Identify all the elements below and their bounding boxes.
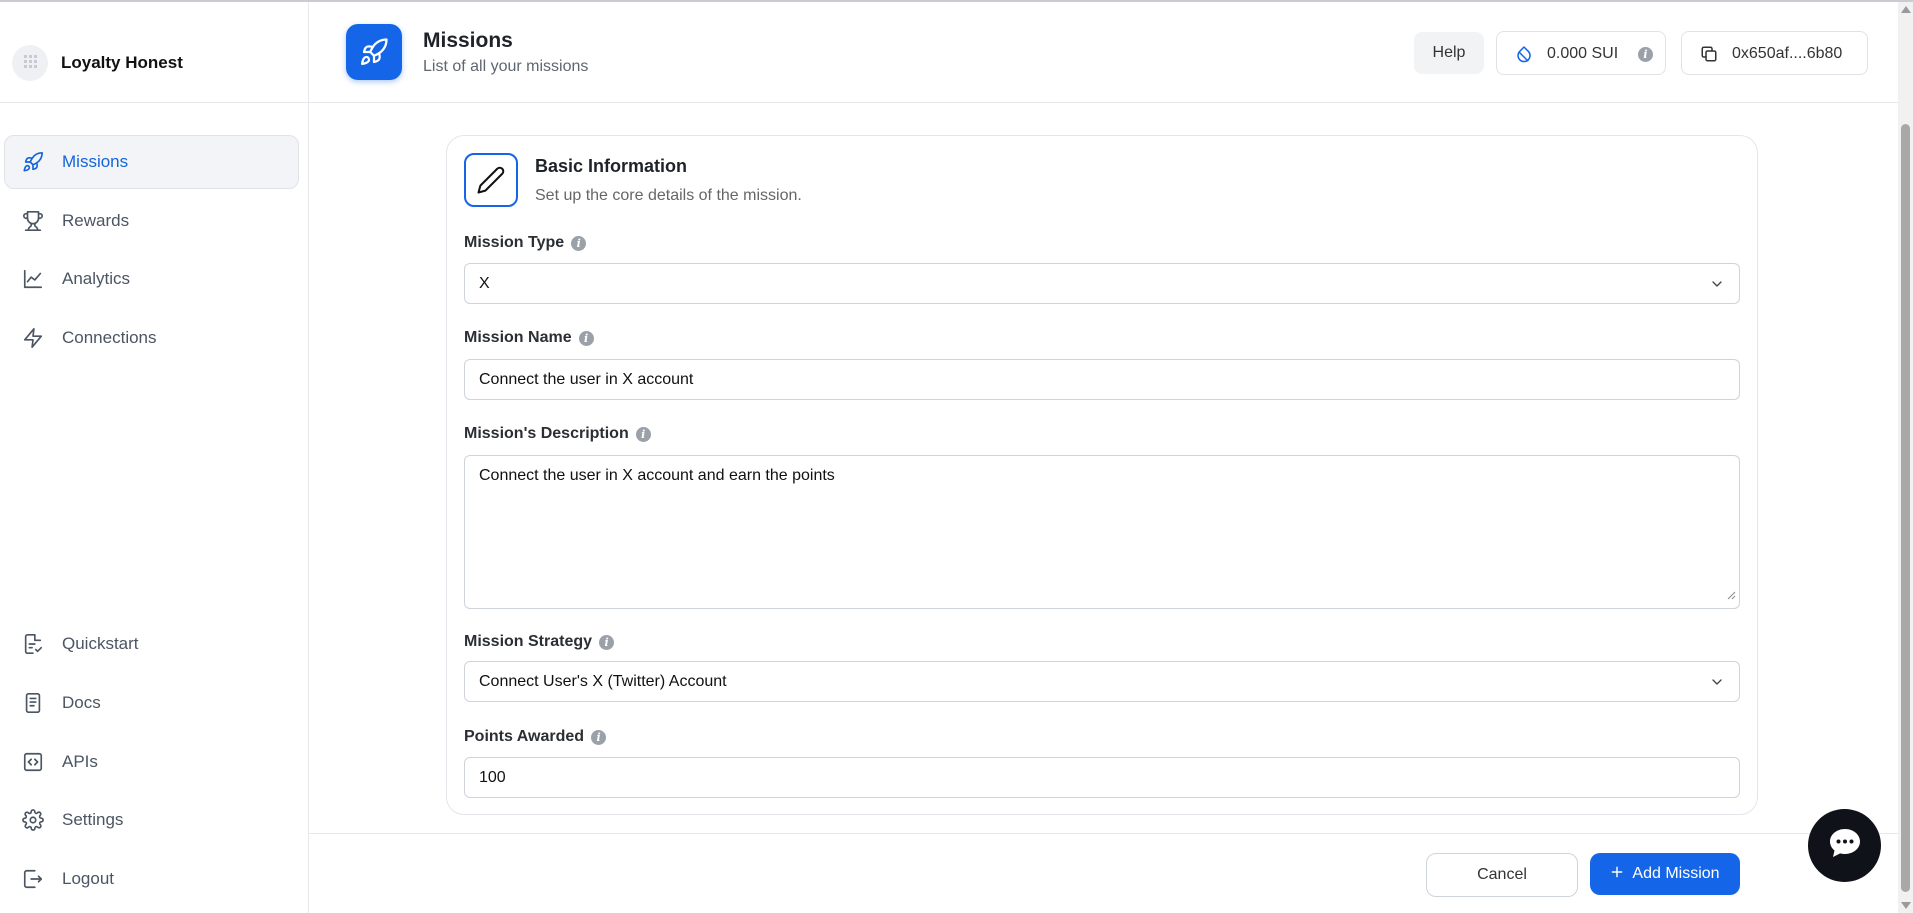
sidebar-item-missions[interactable]: Missions [4,135,299,189]
sidebar-item-logout[interactable]: Logout [4,852,299,906]
resize-grip-icon[interactable] [1726,587,1736,605]
main-content: Basic Information Set up the core detail… [309,103,1898,833]
sidebar-item-label: Analytics [62,269,131,288]
sidebar-item-label: Missions [62,152,129,171]
wallet-address: 0x650af....6b80 [1732,45,1843,62]
sidebar-item-analytics[interactable]: Analytics [4,252,299,306]
sidebar-item-label: Quickstart [62,634,139,653]
field-label-text: Mission's Description [464,425,629,442]
info-icon[interactable]: i [1638,47,1653,62]
trophy-icon [22,210,44,232]
select-value: Connect User's X (Twitter) Account [479,673,727,690]
sidebar-item-apis[interactable]: APIs [4,735,299,789]
points-awarded-label: Points Awarded i [464,728,607,746]
logout-icon [22,868,44,890]
sidebar-item-label: Rewards [62,211,130,230]
help-button[interactable]: Help [1414,32,1484,74]
document-icon [22,692,44,714]
sidebar-item-docs[interactable]: Docs [4,676,299,730]
section-title: Basic Information [535,156,688,176]
sidebar-item-label: APIs [62,752,98,771]
info-icon[interactable]: i [591,729,607,745]
mission-type-label: Mission Type i [464,234,587,252]
page-header: Missions List of all your missions Help … [309,2,1913,103]
chat-icon [1827,826,1863,865]
code-icon [22,751,44,773]
mission-name-input[interactable]: Connect the user in X account [464,359,1740,400]
sidebar-item-label: Logout [62,869,114,888]
form-actions: Cancel Add Mission [309,833,1898,913]
page-scrollbar[interactable] [1898,2,1913,913]
brand-name: Loyalty Honest [61,53,183,72]
sidebar-item-connections[interactable]: Connections [4,311,299,365]
select-value: X [479,275,490,292]
sidebar-item-settings[interactable]: Settings [4,793,299,847]
brand: Loyalty Honest [0,2,309,103]
sidebar-item-label: Docs [62,693,101,712]
wallet-address-button[interactable]: 0x650af....6b80 [1681,31,1868,75]
pencil-icon [464,153,518,207]
scroll-down-icon[interactable] [1901,902,1911,909]
sidebar-item-label: Settings [62,810,124,829]
input-value: 100 [479,769,506,786]
mission-description-textarea[interactable]: Connect the user in X account and earn t… [464,455,1740,609]
info-icon[interactable]: i [578,330,594,346]
balance-value: 0.000 SUI [1547,45,1619,62]
field-label-text: Mission Name [464,329,572,346]
chevron-down-icon [1709,674,1725,695]
mission-name-label: Mission Name i [464,329,594,347]
textarea-value: Connect the user in X account and earn t… [479,467,835,484]
input-value: Connect the user in X account [479,371,694,388]
basic-information-card: Basic Information Set up the core detail… [446,135,1758,815]
sidebar-item-label: Connections [62,328,157,347]
page-title: Missions [423,29,513,52]
brand-logo-icon[interactable] [12,45,48,81]
balance-button[interactable]: 0.000 SUI i [1496,31,1666,75]
mission-strategy-select[interactable]: Connect User's X (Twitter) Account [464,661,1740,702]
add-mission-button[interactable]: Add Mission [1590,853,1740,895]
section-subtitle: Set up the core details of the mission. [535,187,802,204]
checklist-icon [22,633,44,655]
droplet-icon [1515,44,1533,69]
field-label-text: Mission Strategy [464,633,593,650]
line-chart-icon [22,268,44,290]
plus-icon [1610,865,1624,884]
copy-icon [1700,45,1718,68]
mission-description-label: Mission's Description i [464,425,651,443]
mission-type-select[interactable]: X [464,263,1740,304]
lightning-icon [22,327,44,349]
page-subtitle: List of all your missions [423,58,589,75]
sidebar-item-quickstart[interactable]: Quickstart [4,617,299,671]
chat-widget-button[interactable] [1808,809,1881,882]
chevron-down-icon [1709,276,1725,297]
rocket-icon [346,24,402,80]
info-icon[interactable]: i [635,426,651,442]
field-label-text: Mission Type [464,234,565,251]
sidebar: Loyalty Honest Missions Rewards Analytic… [0,2,309,913]
field-label-text: Points Awarded [464,728,585,745]
gear-icon [22,809,44,831]
points-awarded-input[interactable]: 100 [464,757,1740,798]
add-mission-label: Add Mission [1632,865,1720,882]
info-icon[interactable]: i [599,634,615,650]
mission-strategy-label: Mission Strategy i [464,633,615,651]
rocket-icon [22,151,44,173]
info-icon[interactable]: i [571,235,587,251]
scroll-up-icon[interactable] [1901,6,1911,13]
cancel-button[interactable]: Cancel [1426,853,1578,897]
scrollbar-thumb[interactable] [1901,124,1910,892]
sidebar-item-rewards[interactable]: Rewards [4,194,299,248]
